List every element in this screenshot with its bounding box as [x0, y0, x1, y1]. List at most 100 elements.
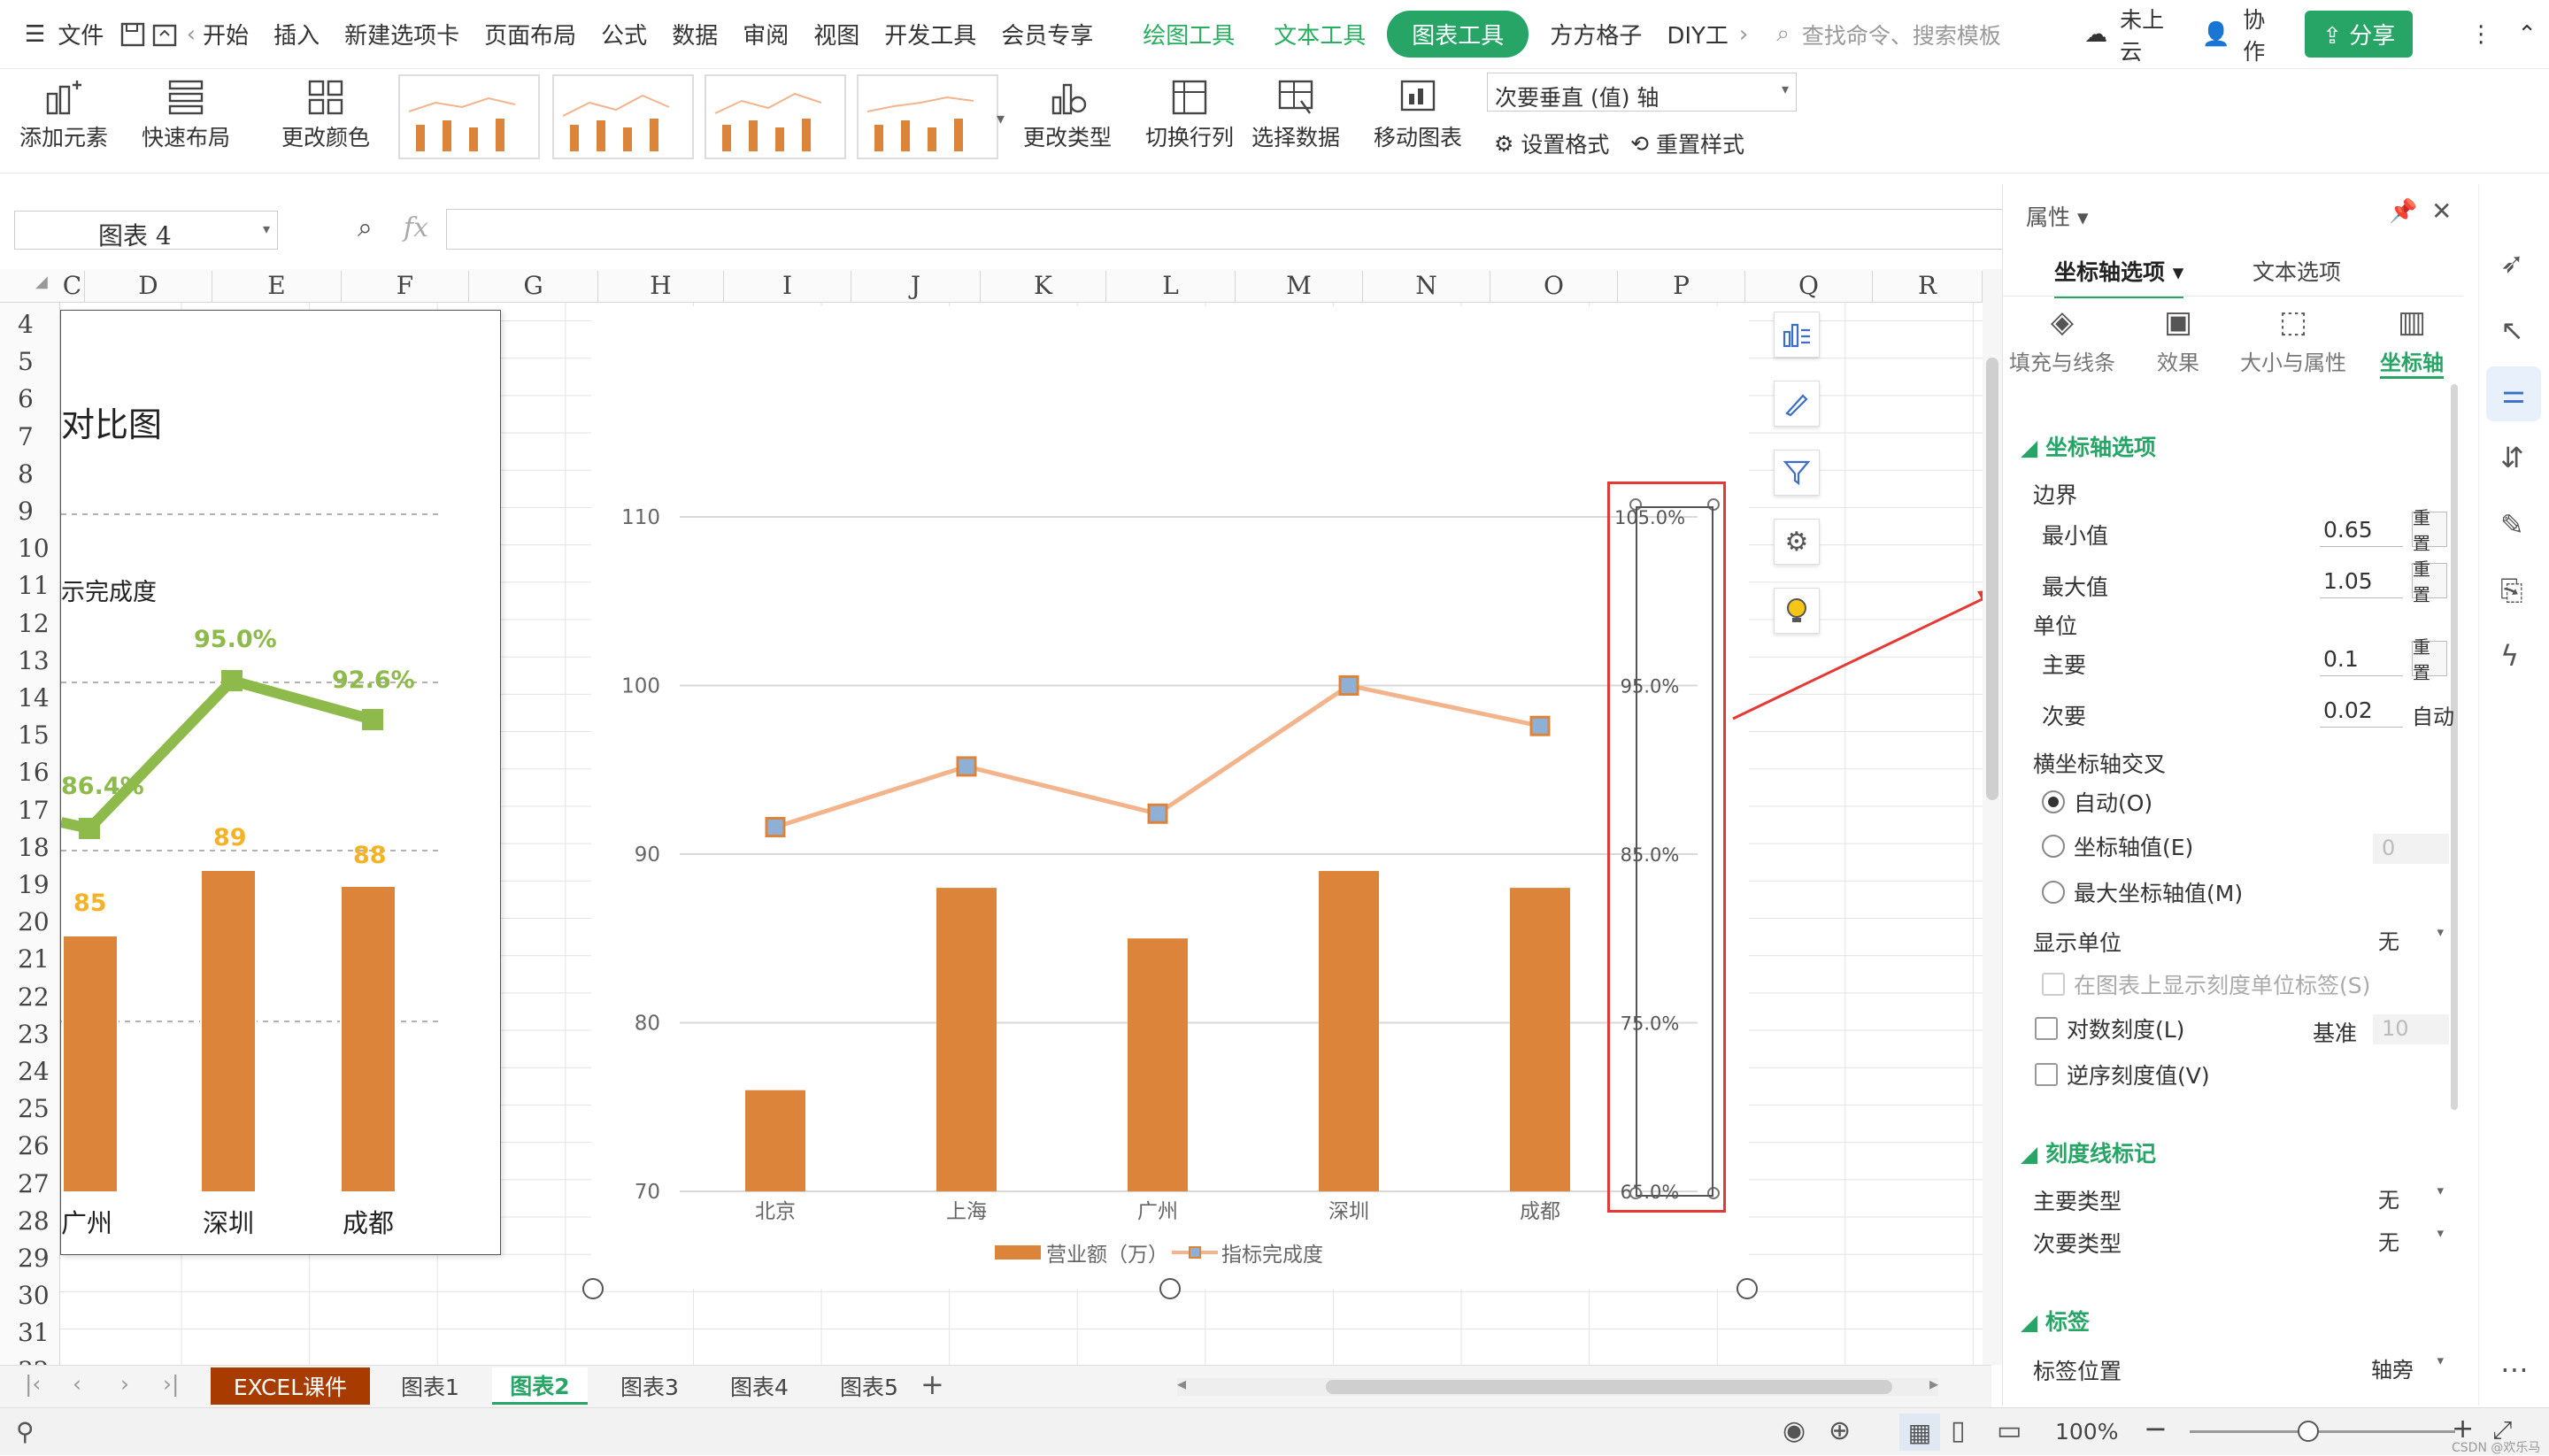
max-reset-button[interactable]: 重置 — [2412, 559, 2447, 605]
macro-icon[interactable]: ⚲ — [16, 1417, 35, 1446]
tab-view[interactable]: 视图 — [801, 18, 872, 50]
column-header[interactable]: H — [598, 271, 724, 303]
more-icon[interactable]: ⋯ — [2500, 1352, 2529, 1386]
left-chart[interactable]: 对比图 示完成度 86.4% 95.0% 92.6% 85 89 88 广州 深… — [60, 310, 501, 1255]
minor-type-select[interactable]: 无 ▾ — [2371, 1221, 2451, 1255]
row-header[interactable]: 9 — [0, 497, 58, 526]
search-input[interactable]: 查找命令、搜索模板 — [1802, 19, 2045, 50]
share-button[interactable]: ⇪ 分享 — [2305, 11, 2414, 58]
first-sheet-icon[interactable]: |‹ — [25, 1371, 41, 1397]
file-menu[interactable]: 文件 — [58, 18, 116, 50]
column-header[interactable]: L — [1106, 271, 1236, 303]
sheet-tab[interactable]: 图表1 — [382, 1367, 478, 1405]
tab-insert[interactable]: 插入 — [261, 18, 332, 50]
column-header[interactable]: Q — [1745, 271, 1873, 303]
collab-icon[interactable]: 👤 — [2190, 21, 2243, 48]
tab-developer[interactable]: 开发工具 — [872, 18, 989, 50]
main-chart[interactable]: 110 100 90 80 70 105.0% 95.0% 85.0% 75.0% 65.0% 北京… — [591, 306, 1749, 1289]
style-icon[interactable]: ✎ — [2500, 508, 2524, 542]
reset-style-button[interactable]: ⟲ 重置样式 — [1630, 127, 1744, 159]
row-header[interactable]: 23 — [0, 1020, 58, 1049]
major-reset-button[interactable]: 重置 — [2412, 636, 2447, 683]
export-icon[interactable] — [149, 17, 181, 52]
subtab-effects[interactable]: ▣ 效果 — [2157, 304, 2199, 376]
row-header[interactable]: 12 — [0, 609, 58, 638]
cloud-status[interactable]: 未上云 — [2120, 3, 2181, 66]
row-header[interactable]: 15 — [0, 720, 58, 750]
row-header[interactable]: 7 — [0, 422, 58, 451]
brush-icon[interactable] — [1774, 381, 1820, 427]
section-axis-options[interactable]: ◢ 坐标轴选项 — [2021, 430, 2156, 462]
cursor-icon[interactable]: ↖ — [2500, 313, 2524, 347]
row-header[interactable]: 8 — [0, 459, 58, 489]
scrollbar-thumb[interactable] — [1326, 1380, 1892, 1394]
cloud-icon[interactable]: ☁ — [2072, 21, 2120, 48]
set-format-button[interactable]: ⚙ 设置格式 — [1494, 127, 1609, 159]
change-type-button[interactable]: 更改类型 — [1023, 74, 1112, 152]
subtab-size-props[interactable]: ⬚ 大小与属性 — [2240, 304, 2346, 376]
min-input[interactable]: 0.65 — [2320, 512, 2403, 547]
column-header[interactable]: R — [1873, 271, 1983, 303]
subtab-axis[interactable]: ▥ 坐标轴 — [2380, 304, 2444, 379]
layout-icon[interactable]: ⊕ — [1829, 1415, 1851, 1446]
column-header[interactable]: M — [1236, 271, 1363, 303]
prev-sheet-icon[interactable]: ‹ — [73, 1371, 81, 1397]
vertical-scrollbar[interactable] — [1983, 269, 2002, 1365]
style-thumb-1[interactable] — [398, 74, 540, 159]
tab-page-layout[interactable]: 页面布局 — [472, 18, 589, 50]
row-header[interactable]: 6 — [0, 384, 58, 413]
gear-icon[interactable]: ⚙ — [1774, 519, 1820, 565]
column-header[interactable]: I — [724, 271, 851, 303]
row-header[interactable]: 14 — [0, 683, 58, 713]
scroll-right-icon[interactable]: ▸ — [1929, 1373, 1938, 1394]
row-header[interactable]: 29 — [0, 1244, 58, 1273]
read-icon[interactable]: ⎘ — [2500, 574, 2523, 608]
pin-icon[interactable]: 📌 — [2389, 198, 2417, 225]
row-header[interactable]: 20 — [0, 907, 58, 936]
row-header[interactable]: 11 — [0, 571, 58, 600]
transform-icon[interactable]: ⇵ — [2500, 441, 2524, 474]
horizontal-scrollbar[interactable]: ◂ ▸ — [1177, 1373, 1938, 1396]
sheet-tab[interactable]: 图表4 — [712, 1367, 807, 1405]
row-header[interactable]: 16 — [0, 758, 58, 787]
column-header[interactable]: D — [85, 271, 212, 303]
row-header[interactable]: 31 — [0, 1318, 58, 1347]
radio-max-axis-value[interactable]: 最大坐标轴值(M) — [2042, 876, 2243, 908]
column-header[interactable]: G — [469, 271, 598, 303]
tab-text-options[interactable]: 文本选项 — [2253, 255, 2341, 287]
sheet-tab[interactable]: 图表3 — [602, 1367, 697, 1405]
row-header[interactable]: 19 — [0, 870, 58, 899]
scroll-right-icon[interactable]: › — [1732, 21, 1755, 48]
hamburger-icon[interactable]: ☰ — [0, 21, 58, 48]
panel-title[interactable]: 属性 ▾ — [2026, 200, 2089, 232]
radio-axis-value[interactable]: 坐标轴值(E) — [2042, 830, 2193, 862]
formula-input[interactable] — [446, 209, 2006, 250]
tab-drawing-tools[interactable]: 绘图工具 — [1130, 18, 1247, 50]
fx-icon[interactable]: fx — [404, 212, 428, 243]
tab-start[interactable]: 开始 — [201, 18, 261, 50]
filter-icon[interactable] — [1774, 450, 1820, 496]
move-chart-button[interactable]: 移动图表 — [1374, 74, 1462, 152]
scroll-left-icon[interactable]: ◂ — [1177, 1373, 1186, 1394]
tab-member[interactable]: 会员专享 — [989, 18, 1105, 50]
add-sheet-icon[interactable]: + — [920, 1367, 944, 1401]
zoom-slider[interactable] — [2190, 1430, 2455, 1433]
log-scale-checkbox[interactable]: 对数刻度(L) — [2035, 1013, 2184, 1044]
zoom-slider-thumb[interactable] — [2298, 1421, 2319, 1442]
collab-button[interactable]: 协作 — [2243, 3, 2283, 66]
rocket-icon[interactable]: ➶ — [2500, 246, 2524, 280]
save-icon[interactable] — [116, 17, 149, 52]
tab-new[interactable]: 新建选项卡 — [332, 18, 472, 50]
tab-diy[interactable]: DIY工 — [1654, 18, 1732, 50]
sheet-tab[interactable]: 图表5 — [821, 1367, 917, 1405]
style-thumb-3[interactable] — [705, 74, 846, 159]
add-element-button[interactable]: 添加元素 — [19, 74, 108, 152]
name-box[interactable]: 图表 4 ▾ — [14, 211, 278, 250]
row-header[interactable]: 13 — [0, 646, 58, 675]
section-labels[interactable]: ◢ 标签 — [2021, 1305, 2090, 1337]
column-header[interactable]: P — [1618, 271, 1745, 303]
page-view-icon[interactable]: ▯ — [1951, 1415, 1966, 1446]
select-all-icon[interactable]: ◢ — [35, 273, 48, 291]
last-sheet-icon[interactable]: ›| — [163, 1371, 179, 1397]
secondary-axis-selection[interactable] — [1636, 506, 1713, 1197]
